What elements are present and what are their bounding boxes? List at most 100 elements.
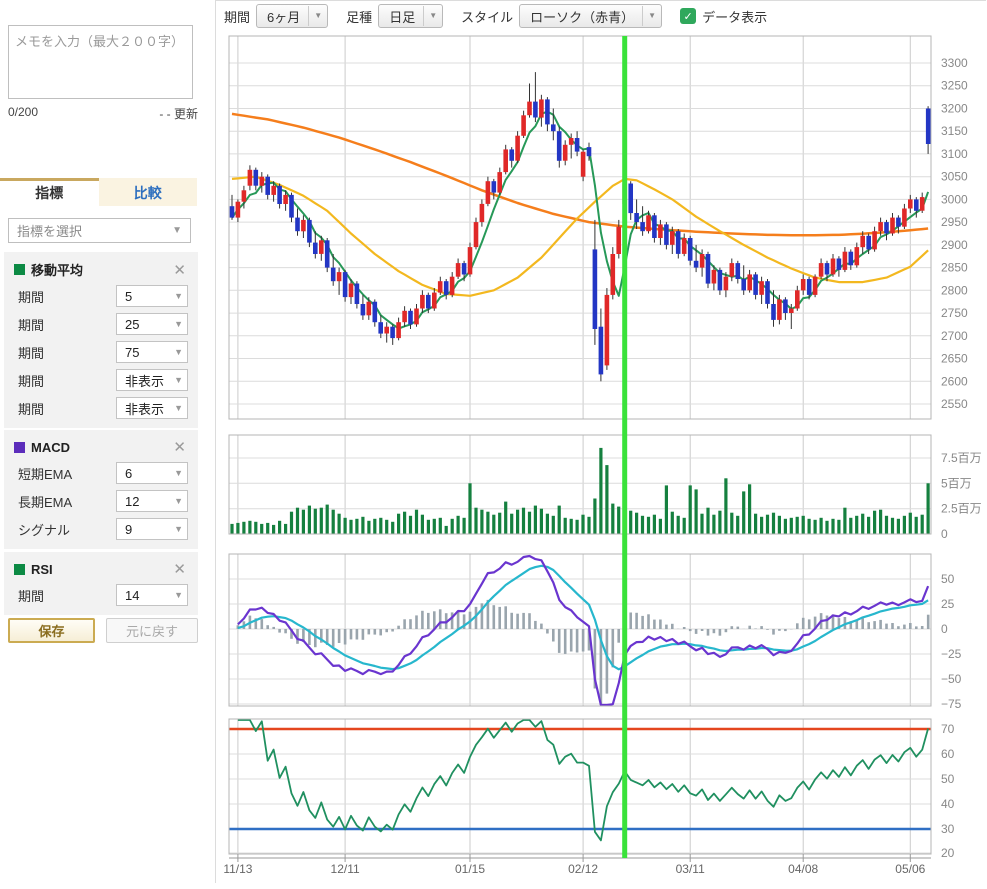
svg-text:3200: 3200	[941, 102, 968, 116]
chevron-down-icon: ▼	[308, 6, 327, 26]
param-label: 短期EMA	[14, 464, 72, 483]
param-row: 長期EMA 12 ▼	[14, 490, 188, 512]
card-header: 移動平均 ✕	[14, 260, 188, 279]
svg-text:0: 0	[941, 622, 948, 636]
svg-text:40: 40	[941, 797, 955, 811]
svg-text:2850: 2850	[941, 261, 968, 275]
param-label: 長期EMA	[14, 492, 72, 511]
chevron-down-icon: ▼	[172, 225, 182, 236]
svg-text:5百万: 5百万	[941, 476, 972, 490]
indicator-card-移動平均: 移動平均 ✕ 期間 5 ▼ 期間 25 ▼ 期間 75 ▼ 期間 非表示 ▼ 期…	[4, 252, 198, 428]
svg-text:0: 0	[941, 527, 948, 541]
sidebar: 0/200 - - 更新 指標 比較 指標を選択 ▼ 移動平均 ✕ 期間 5 ▼…	[0, 0, 215, 885]
param-label: 期間	[14, 315, 44, 334]
param-select[interactable]: 5 ▼	[116, 285, 188, 307]
param-value: 非表示	[125, 371, 164, 390]
param-row: 期間 14 ▼	[14, 584, 188, 606]
svg-text:−75: −75	[941, 697, 962, 711]
indicator-select-placeholder: 指標を選択	[17, 221, 82, 240]
close-icon[interactable]: ✕	[171, 438, 188, 456]
param-select[interactable]: 非表示 ▼	[116, 369, 188, 391]
svg-text:30: 30	[941, 822, 955, 836]
chevron-down-icon: ▼	[174, 347, 183, 357]
param-label: 期間	[14, 399, 44, 418]
svg-text:−50: −50	[941, 672, 962, 686]
svg-text:3250: 3250	[941, 79, 968, 93]
card-title: MACD	[31, 440, 171, 455]
param-select[interactable]: 非表示 ▼	[116, 397, 188, 419]
svg-text:50: 50	[941, 572, 955, 586]
param-value: 14	[125, 588, 139, 603]
style-dropdown[interactable]: ローソク（赤青） ▼	[519, 4, 662, 28]
svg-text:12/11: 12/11	[331, 862, 360, 876]
param-row: 期間 25 ▼	[14, 313, 188, 335]
svg-text:02/12: 02/12	[568, 862, 598, 876]
price-chart[interactable]: 2550260026502700275028002850290029503000…	[216, 1, 987, 884]
svg-text:2700: 2700	[941, 329, 968, 343]
chart-toolbar: 期間 6ヶ月 ▼ 足種 日足 ▼ スタイル ローソク（赤青） ▼ ✓ データ表示	[216, 1, 985, 31]
param-value: 75	[125, 345, 139, 360]
save-button[interactable]: 保存	[8, 618, 95, 643]
sidebar-buttons: 保存 元に戻す	[8, 618, 198, 643]
svg-text:3050: 3050	[941, 170, 968, 184]
param-select[interactable]: 14 ▼	[116, 584, 188, 606]
svg-text:3000: 3000	[941, 192, 968, 206]
card-header: MACD ✕	[14, 438, 188, 456]
param-value: 25	[125, 317, 139, 332]
svg-text:20: 20	[941, 846, 955, 860]
data-display-checkbox[interactable]: ✓	[680, 8, 696, 24]
param-label: 期間	[14, 586, 44, 605]
chevron-down-icon: ▼	[174, 319, 183, 329]
svg-text:70: 70	[941, 722, 955, 736]
period-dropdown[interactable]: 6ヶ月 ▼	[256, 4, 328, 28]
svg-text:2550: 2550	[941, 397, 968, 411]
param-label: シグナル	[14, 520, 70, 539]
card-header: RSI ✕	[14, 560, 188, 578]
param-select[interactable]: 9 ▼	[116, 518, 188, 540]
svg-text:01/15: 01/15	[455, 862, 485, 876]
param-row: 期間 75 ▼	[14, 341, 188, 363]
chevron-down-icon: ▼	[174, 496, 183, 506]
memo-status-row: 0/200 - - 更新	[8, 105, 198, 122]
close-icon[interactable]: ✕	[171, 560, 188, 578]
svg-text:2750: 2750	[941, 306, 968, 320]
param-label: 期間	[14, 371, 44, 390]
param-value: 12	[125, 494, 139, 509]
param-select[interactable]: 25 ▼	[116, 313, 188, 335]
period-label: 期間	[224, 7, 250, 26]
reset-button[interactable]: 元に戻す	[106, 618, 198, 643]
svg-text:05/06: 05/06	[895, 862, 925, 876]
memo-counter: 0/200	[8, 105, 38, 122]
svg-text:04/08: 04/08	[788, 862, 818, 876]
indicator-select[interactable]: 指標を選択 ▼	[8, 218, 191, 243]
svg-text:7.5百万: 7.5百万	[941, 451, 982, 465]
param-select[interactable]: 12 ▼	[116, 490, 188, 512]
chevron-down-icon: ▼	[174, 291, 183, 301]
svg-text:25: 25	[941, 597, 955, 611]
chevron-down-icon: ▼	[174, 375, 183, 385]
param-value: 5	[125, 289, 132, 304]
param-select[interactable]: 75 ▼	[116, 341, 188, 363]
close-icon[interactable]: ✕	[171, 261, 188, 279]
tab-indicators[interactable]: 指標	[0, 178, 99, 206]
param-row: 期間 5 ▼	[14, 285, 188, 307]
chevron-down-icon: ▼	[174, 590, 183, 600]
param-label: 期間	[14, 287, 44, 306]
svg-text:60: 60	[941, 747, 955, 761]
svg-text:3150: 3150	[941, 124, 968, 138]
svg-text:50: 50	[941, 772, 955, 786]
bar-type-dropdown[interactable]: 日足 ▼	[378, 4, 443, 28]
chart-panel: 2550260026502700275028002850290029503000…	[215, 0, 986, 883]
param-select[interactable]: 6 ▼	[116, 462, 188, 484]
memo-input[interactable]	[8, 25, 193, 99]
svg-text:11/13: 11/13	[223, 862, 252, 876]
chevron-down-icon: ▼	[174, 524, 183, 534]
svg-text:2950: 2950	[941, 215, 968, 229]
tab-compare[interactable]: 比較	[99, 178, 198, 206]
bar-type-label: 足種	[346, 7, 372, 26]
series-color-swatch	[14, 564, 25, 575]
svg-text:2.5百万: 2.5百万	[941, 502, 982, 516]
chevron-down-icon: ▼	[174, 403, 183, 413]
data-display-label: データ表示	[702, 7, 767, 26]
param-row: 短期EMA 6 ▼	[14, 462, 188, 484]
